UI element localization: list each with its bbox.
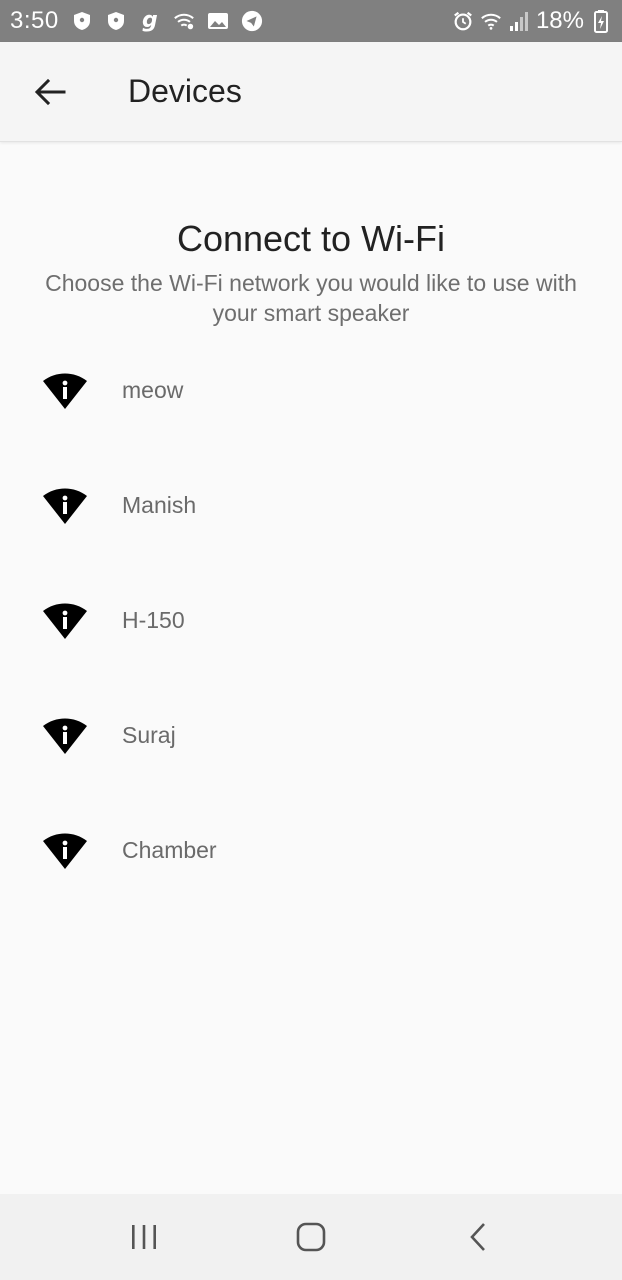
- svg-text:g: g: [142, 9, 158, 33]
- screen: 3:50 g 18% Devices Connect to Wi-Fi Choo…: [0, 0, 622, 1280]
- wifi-network-name: meow: [122, 377, 184, 403]
- image-icon: [207, 10, 229, 32]
- wifi-info-icon: [42, 717, 88, 755]
- back-button[interactable]: [20, 62, 80, 122]
- wifi-network-item[interactable]: Chamber: [0, 793, 622, 908]
- wifi-question-icon: [173, 10, 195, 32]
- telegram-icon: [241, 10, 263, 32]
- g-app-icon: g: [139, 9, 161, 33]
- battery-icon: [590, 10, 612, 33]
- home-button[interactable]: [281, 1207, 341, 1267]
- recent-apps-icon: [131, 1225, 156, 1249]
- wifi-network-item[interactable]: Manish: [0, 448, 622, 563]
- wifi-network-name: H-150: [122, 607, 185, 633]
- system-back-button[interactable]: [448, 1207, 508, 1267]
- cell-signal-icon: [508, 10, 530, 32]
- wifi-network-item[interactable]: Suraj: [0, 678, 622, 793]
- status-icons-right: 18%: [452, 7, 612, 35]
- wifi-info-icon: [42, 372, 88, 410]
- recent-apps-button[interactable]: [114, 1207, 174, 1267]
- shield-icon: [105, 10, 127, 32]
- wifi-network-name: Manish: [122, 492, 197, 518]
- page-title: Devices: [128, 73, 242, 109]
- alarm-icon: [452, 10, 474, 32]
- status-time: 3:50: [10, 7, 59, 34]
- status-bar: 3:50 g 18%: [0, 0, 622, 42]
- wifi-network-list: meow Manish H-150 Suraj Chamber: [0, 333, 622, 908]
- home-icon: [296, 1222, 326, 1252]
- system-nav-bar: [0, 1194, 622, 1280]
- connect-subheading: Choose the Wi-Fi network you would like …: [45, 270, 577, 326]
- wifi-network-item[interactable]: H-150: [0, 563, 622, 678]
- connect-heading: Connect to Wi-Fi: [176, 218, 446, 259]
- app-bar: Devices: [0, 42, 622, 142]
- wifi-info-icon: [42, 832, 88, 870]
- back-icon: [470, 1223, 486, 1251]
- wifi-network-item[interactable]: meow: [0, 333, 622, 448]
- status-icons-left: g: [71, 9, 263, 33]
- arrow-left-icon: [34, 78, 66, 105]
- wifi-signal-icon: [480, 10, 502, 32]
- wifi-network-name: Chamber: [122, 837, 217, 863]
- wifi-info-icon: [42, 487, 88, 525]
- shield-icon: [71, 10, 93, 32]
- wifi-info-icon: [42, 602, 88, 640]
- battery-percentage: 18%: [535, 7, 584, 34]
- wifi-network-name: Suraj: [122, 722, 176, 748]
